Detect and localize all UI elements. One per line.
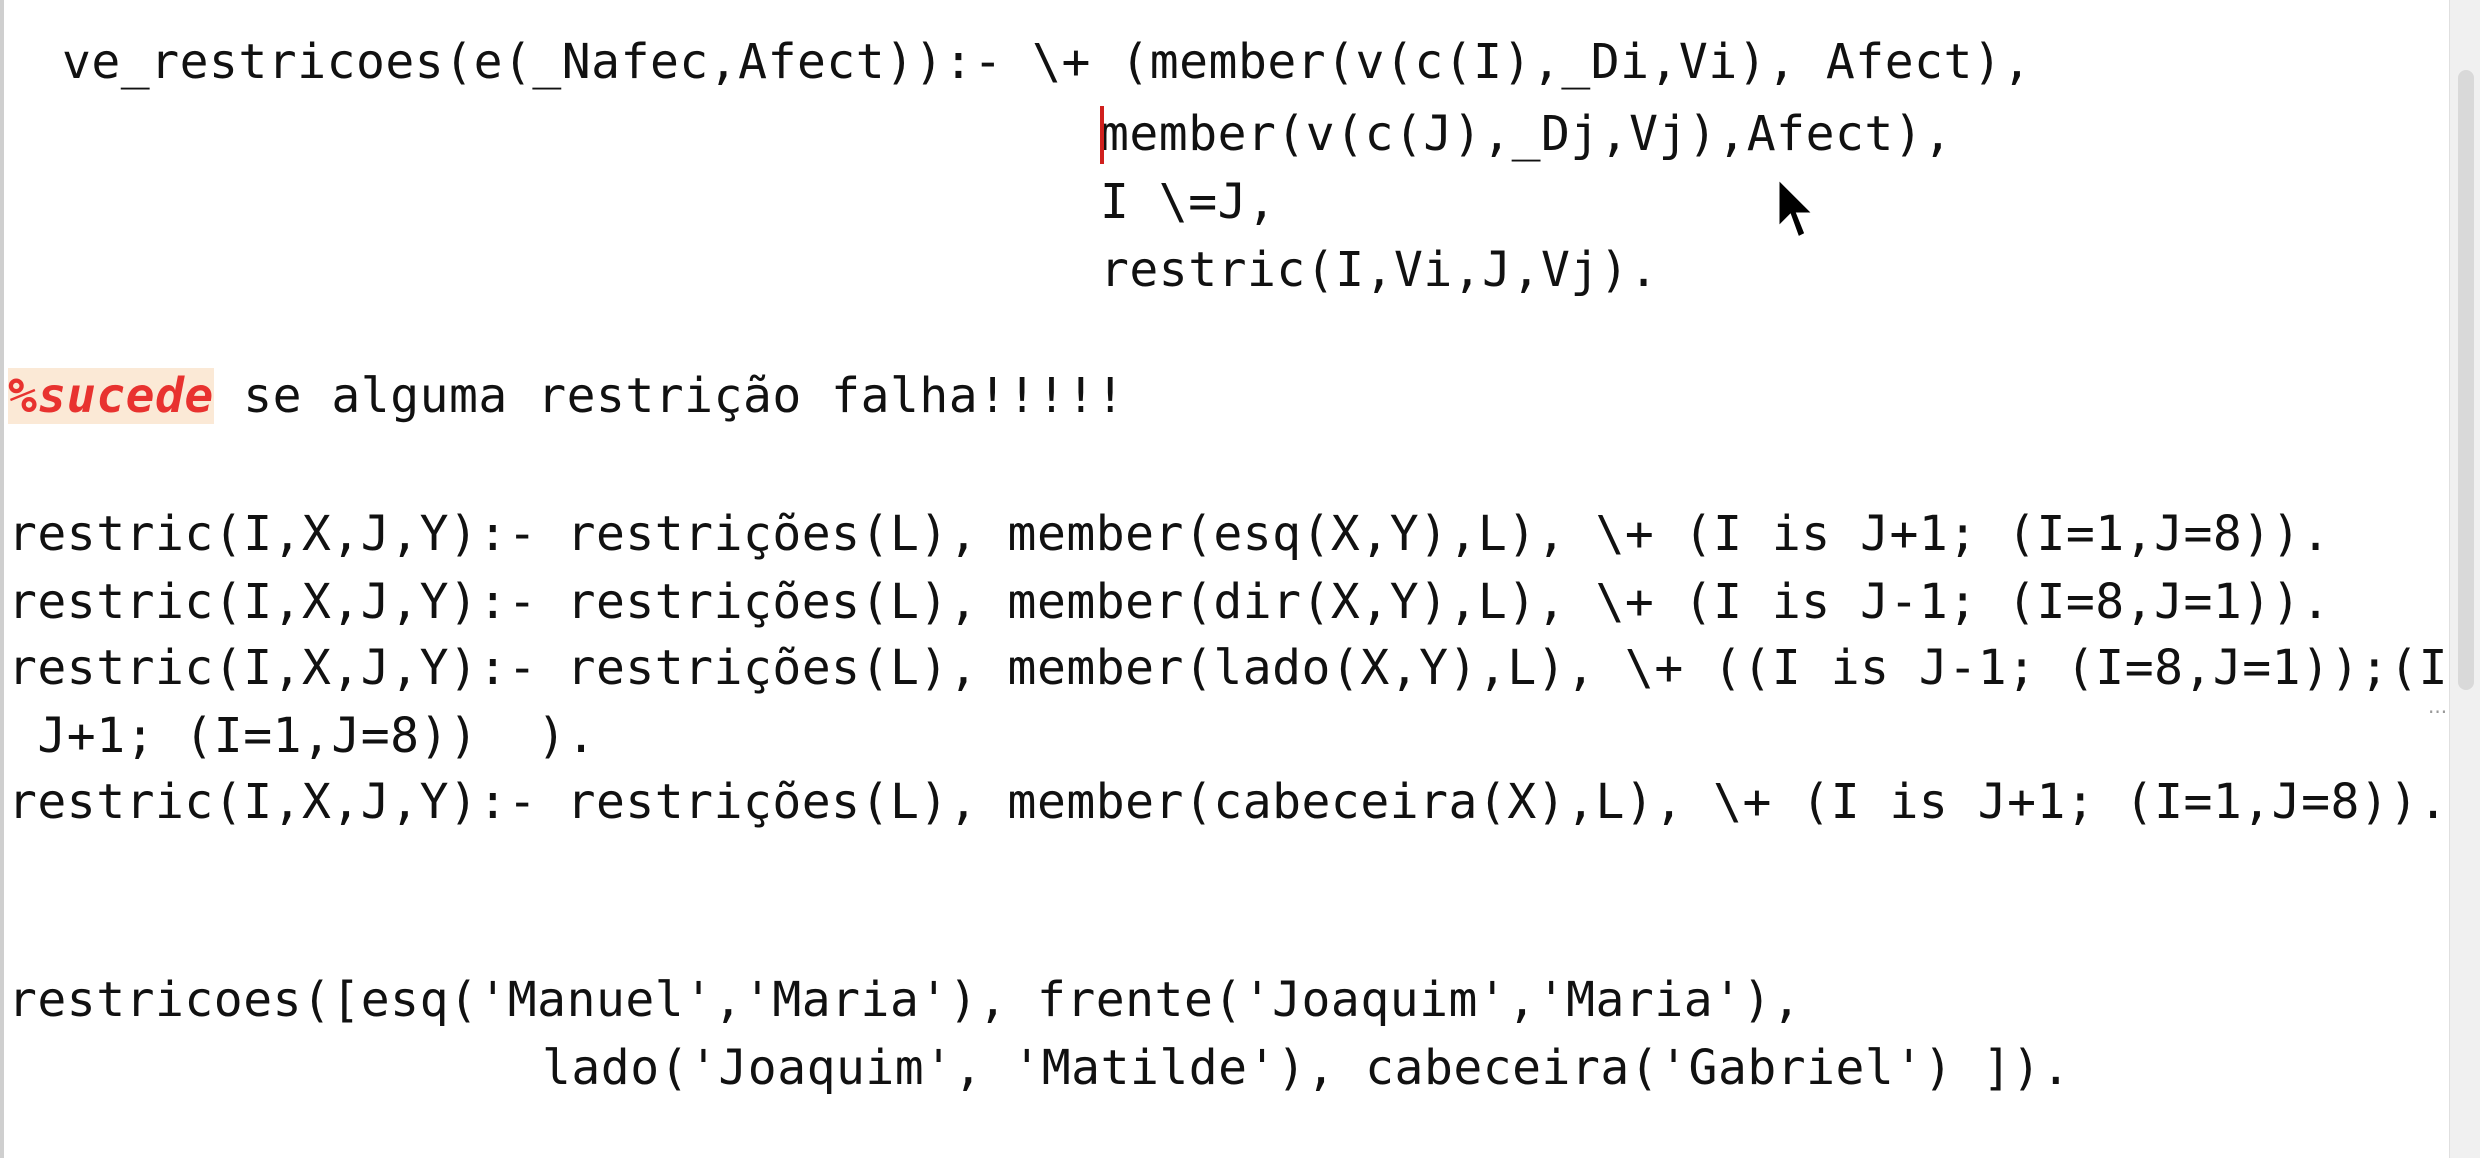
code-line-restric-dir: restric(I,X,J,Y):- restrições(L), member… — [8, 574, 2331, 630]
code-line-restric-lado-cont: J+1; (I=1,J=8)) ). — [8, 708, 596, 764]
comment-tag: %sucede — [8, 368, 214, 424]
code-line-4: restric(I,Vi,J,Vj). — [1100, 242, 1659, 298]
vertical-scrollbar[interactable] — [2449, 0, 2480, 1158]
comment-line: %sucede se alguma restrição falha!!!!! — [8, 366, 1125, 426]
code-line-3: I \=J, — [1100, 174, 1277, 230]
scroll-thumb[interactable] — [2458, 70, 2474, 690]
comment-text: se alguma restrição falha!!!!! — [243, 368, 1126, 424]
code-line-restric-lado: restric(I,X,J,Y):- restrições(L), member… — [8, 640, 2480, 696]
code-line-restricoes-cont: lado('Joaquim', 'Matilde'), cabeceira('G… — [542, 1040, 2071, 1096]
code-line-1: ve_restricoes(e(_Nafec,Afect)):- \+ (mem… — [62, 34, 2032, 90]
code-line-restricoes: restricoes([esq('Manuel','Maria'), frent… — [8, 972, 1802, 1028]
line-wrap-marker: ... — [2428, 694, 2448, 718]
code-editor[interactable]: ve_restricoes(e(_Nafec,Afect)):- \+ (mem… — [0, 0, 2480, 1158]
text-cursor — [1100, 106, 1104, 164]
code-line-restric-esq: restric(I,X,J,Y):- restrições(L), member… — [8, 506, 2331, 562]
code-line-2: member(v(c(J),_Dj,Vj),Afect), — [1100, 106, 1953, 162]
code-line-restric-cabeceira: restric(I,X,J,Y):- restrições(L), member… — [8, 774, 2449, 830]
mouse-pointer-icon — [1776, 176, 1818, 241]
